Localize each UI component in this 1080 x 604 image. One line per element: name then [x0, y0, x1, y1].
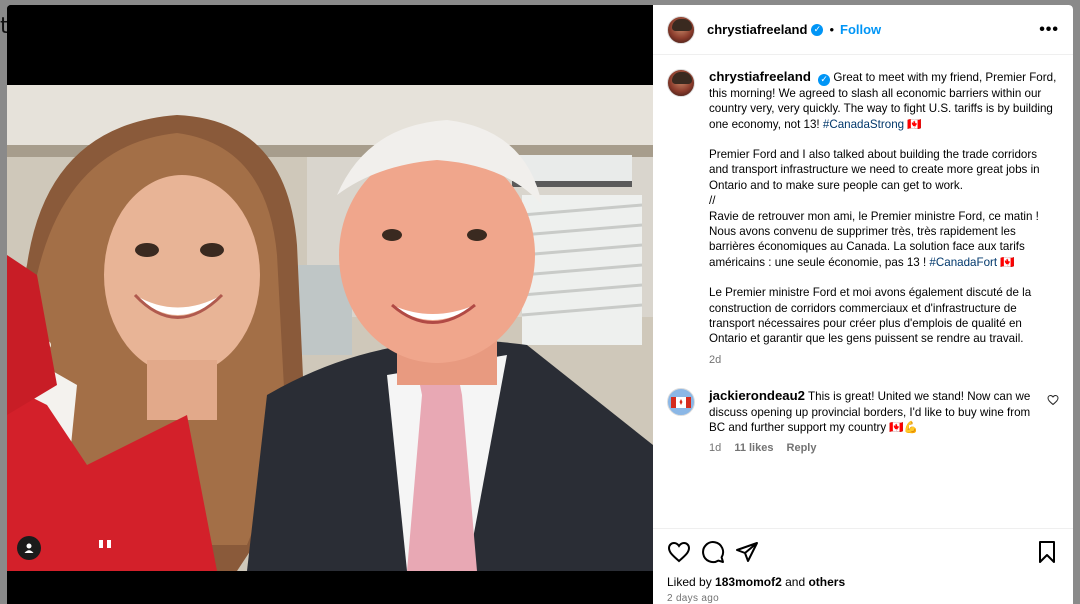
likes-prefix: Liked by [667, 575, 712, 589]
comment-icon [702, 541, 725, 564]
caption-username[interactable]: chrystiafreeland [709, 69, 811, 84]
hashtag-canadafort[interactable]: #CanadaFort [929, 256, 997, 269]
hashtag-canadastrong[interactable]: #CanadaStrong [823, 118, 904, 131]
flag-emoji: 🇨🇦 [907, 117, 922, 131]
author-avatar[interactable] [667, 15, 695, 44]
user-tag-icon [24, 543, 34, 553]
header-separator: • [829, 22, 834, 37]
likes-summary: Liked by 183momof2 and others [653, 575, 1073, 589]
reply-button[interactable]: Reply [787, 442, 817, 454]
caption-text-2: Premier Ford and I also talked about bui… [709, 147, 1040, 192]
bookmark-icon [1039, 541, 1055, 563]
follow-button[interactable]: Follow [840, 22, 881, 37]
caption-body: chrystiafreeland ✓ Great to meet with my… [709, 69, 1059, 368]
caption-avatar[interactable] [667, 69, 695, 97]
share-button[interactable] [735, 540, 759, 564]
caption-age: 2d [709, 353, 722, 366]
more-horizontal-icon[interactable]: ••• [1039, 21, 1059, 39]
comments-section: chrystiafreeland ✓ Great to meet with my… [653, 55, 1073, 529]
comment-meta: 1d 11 likes Reply [709, 441, 1049, 456]
selfie-image [7, 85, 653, 571]
comment-username[interactable]: jackierondeau2 [709, 388, 805, 403]
verified-badge-icon: ✓ [811, 23, 824, 36]
comment-body: jackierondeau2 This is great! United we … [709, 388, 1049, 457]
post-side-panel: chrystiafreeland ✓ • Follow ••• chrystia… [653, 5, 1073, 604]
post-header: chrystiafreeland ✓ • Follow ••• [653, 5, 1073, 55]
comment-age: 1d [709, 442, 722, 455]
caption: chrystiafreeland ✓ Great to meet with my… [667, 69, 1059, 368]
post-modal: chrystiafreeland ✓ • Follow ••• chrystia… [7, 5, 1073, 604]
share-icon [736, 542, 758, 562]
heart-icon [667, 541, 691, 563]
like-button[interactable] [667, 540, 691, 564]
commenter-avatar[interactable] [667, 388, 695, 417]
comment-item: jackierondeau2 This is great! United we … [667, 388, 1059, 457]
comment-likes[interactable]: 11 likes [734, 442, 773, 454]
post-media [7, 5, 653, 604]
user-tag-button[interactable] [17, 536, 41, 560]
verified-badge-icon: ✓ [818, 73, 831, 86]
flag-avatar-icon [671, 397, 691, 409]
liked-by-user[interactable]: 183momof2 [715, 575, 782, 589]
likes-middle: and [785, 575, 806, 589]
post-photo[interactable] [7, 85, 653, 571]
post-actions [653, 529, 1073, 575]
comment-like-heart-icon[interactable] [1047, 394, 1059, 406]
post-date: 2 days ago [667, 593, 719, 604]
comment-button[interactable] [701, 540, 725, 564]
likes-others-link[interactable]: others [808, 575, 845, 589]
caption-separator: // [709, 194, 716, 208]
author-username[interactable]: chrystiafreeland [707, 22, 807, 37]
save-button[interactable] [1035, 540, 1059, 564]
flag-emoji: 🇨🇦 [1000, 255, 1015, 269]
caption-text-4: Le Premier ministre Ford et moi avons ég… [709, 286, 1032, 346]
